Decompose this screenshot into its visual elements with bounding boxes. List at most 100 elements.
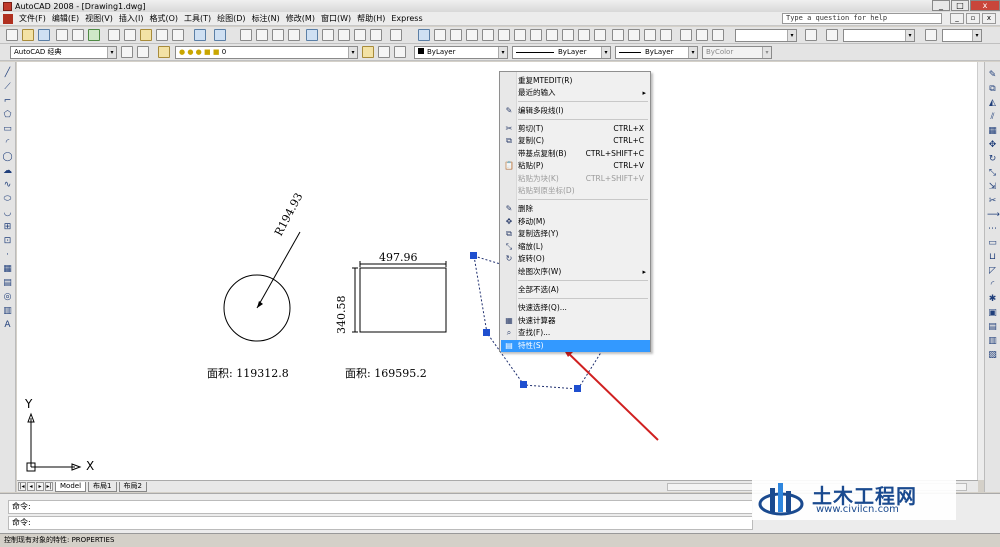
jogged-linear-icon[interactable] [660, 29, 672, 41]
grip[interactable] [574, 385, 581, 392]
make-current-layer-icon[interactable] [362, 46, 374, 58]
mirror-icon[interactable]: ◭ [987, 98, 998, 109]
table-style-select[interactable]: ▾ [942, 29, 982, 42]
menu-item-edit-polyline[interactable]: ✎ 编辑多段线(I) [501, 105, 650, 117]
menu-item-properties[interactable]: ▤ 特性(S) [501, 340, 650, 352]
zoom-previous-icon[interactable] [288, 29, 300, 41]
menu-view[interactable]: 视图(V) [82, 13, 116, 24]
prev-tab-button[interactable]: ◂ [27, 482, 35, 491]
layer-isolate-icon[interactable]: ▥ [987, 336, 998, 347]
close-button[interactable]: x [970, 0, 1000, 11]
layer-tools-icon[interactable]: ▤ [987, 322, 998, 333]
menu-item-copy-selection[interactable]: ⧉ 复制选择(Y) [501, 228, 650, 240]
baseline-dim-icon[interactable] [562, 29, 574, 41]
offset-icon[interactable]: ⫽ [987, 112, 998, 123]
layer-select[interactable]: ● ● ● ■ ■ 0 ▾ [175, 46, 358, 59]
draw-order-icon[interactable]: ▣ [987, 308, 998, 319]
grip[interactable] [483, 329, 490, 336]
menu-item-find[interactable]: ⌕ 查找(F)... [501, 327, 650, 339]
menu-item-quick-select[interactable]: 快速选择(Q)... [501, 302, 650, 314]
markup-icon[interactable] [370, 29, 382, 41]
workspace-select[interactable]: AutoCAD 经典 ▾ [10, 46, 117, 59]
design-center-icon[interactable] [322, 29, 334, 41]
layer-freeze-icon[interactable]: ▧ [987, 350, 998, 361]
properties-icon[interactable] [306, 29, 318, 41]
rectangle-icon[interactable]: ▭ [2, 124, 13, 135]
polygon-icon[interactable]: ⬠ [2, 110, 13, 121]
tab-layout1[interactable]: 布局1 [88, 481, 117, 492]
text-style-select[interactable]: ▾ [843, 29, 915, 42]
menu-format[interactable]: 格式(O) [146, 13, 181, 24]
menu-draw[interactable]: 绘图(D) [214, 13, 248, 24]
menu-item-copy[interactable]: ⧉ 复制(C) CTRL+C [501, 135, 650, 147]
help-search-input[interactable]: Type a question for help [782, 13, 942, 24]
menu-item-scale[interactable]: ⤡ 缩放(L) [501, 241, 650, 253]
maximize-button[interactable]: □ [951, 0, 969, 11]
menu-dimension[interactable]: 标注(N) [249, 13, 283, 24]
save-icon[interactable] [38, 29, 50, 41]
stretch-icon[interactable]: ⇲ [987, 182, 998, 193]
cut-icon[interactable] [108, 29, 120, 41]
array-icon[interactable]: ▦ [987, 126, 998, 137]
arc-length-icon[interactable] [450, 29, 462, 41]
workspace-settings-icon[interactable] [121, 46, 133, 58]
doc-restore-button[interactable]: ▫ [966, 13, 980, 24]
last-tab-button[interactable]: ▸| [45, 482, 53, 491]
menu-item-cut[interactable]: ✂ 剪切(T) CTRL+X [501, 123, 650, 135]
doc-close-button[interactable]: x [982, 13, 996, 24]
menu-window[interactable]: 窗口(W) [318, 13, 354, 24]
grip[interactable] [470, 252, 477, 259]
drawing-canvas[interactable]: R194.93 497.96 340.58 面积: 119312.8 面积: 1… [17, 62, 978, 480]
ellipse-arc-icon[interactable]: ◡ [2, 208, 13, 219]
menu-help[interactable]: 帮助(H) [354, 13, 388, 24]
break-point-icon[interactable]: ⋯ [987, 224, 998, 235]
menu-item-erase[interactable]: ✎ 删除 [501, 203, 650, 215]
block-editor-icon[interactable] [172, 29, 184, 41]
menu-tools[interactable]: 工具(T) [181, 13, 214, 24]
publish-icon[interactable] [88, 29, 100, 41]
layer-previous-icon[interactable] [378, 46, 390, 58]
rectangle-entity[interactable] [359, 267, 447, 333]
linear-dim-icon[interactable] [418, 29, 430, 41]
construction-line-icon[interactable]: ⟋ [2, 82, 13, 93]
menu-item-rotate[interactable]: ↻ 旋转(O) [501, 253, 650, 265]
menu-item-repeat-mtedit[interactable]: 重复MTEDIT(R) [501, 75, 650, 87]
extend-icon[interactable]: ⟶ [987, 210, 1000, 221]
document-icon[interactable] [3, 13, 13, 24]
calculator-icon[interactable] [390, 29, 402, 41]
dim-text-edit-icon[interactable] [696, 29, 708, 41]
grip[interactable] [520, 381, 527, 388]
trim-icon[interactable]: ✂ [987, 196, 998, 207]
tool-palettes-icon[interactable] [338, 29, 350, 41]
plot-icon[interactable] [56, 29, 68, 41]
table-style-icon[interactable] [925, 29, 937, 41]
table-icon[interactable]: ▥ [2, 306, 13, 317]
first-tab-button[interactable]: |◂ [18, 482, 26, 491]
layer-state-icon[interactable] [394, 46, 406, 58]
undo-icon[interactable] [194, 29, 206, 41]
aligned-dim-icon[interactable] [434, 29, 446, 41]
my-workspace-icon[interactable] [137, 46, 149, 58]
menu-item-draw-order[interactable]: 绘图次序(W) ▸ [501, 266, 650, 278]
insert-block-icon[interactable]: ⊞ [2, 222, 13, 233]
menu-file[interactable]: 文件(F) [16, 13, 49, 24]
command-input[interactable]: 命令: [8, 516, 753, 530]
layer-manager-icon[interactable] [158, 46, 170, 58]
menu-edit[interactable]: 编辑(E) [49, 13, 82, 24]
inspection-icon[interactable] [644, 29, 656, 41]
next-tab-button[interactable]: ▸ [36, 482, 44, 491]
center-mark-icon[interactable] [628, 29, 640, 41]
jogged-dim-icon[interactable] [498, 29, 510, 41]
doc-minimize-button[interactable]: _ [950, 13, 964, 24]
menu-item-move[interactable]: ✥ 移动(M) [501, 216, 650, 228]
copy-object-icon[interactable]: ⧉ [987, 84, 998, 95]
polyline-icon[interactable]: ⌐ [2, 96, 13, 107]
tolerance-icon[interactable] [612, 29, 624, 41]
arc-icon[interactable]: ◜ [2, 138, 13, 149]
menu-item-quick-calc[interactable]: ▦ 快速计算器 [501, 315, 650, 327]
open-icon[interactable] [22, 29, 34, 41]
hatch-icon[interactable]: ▦ [2, 264, 13, 275]
ellipse-icon[interactable]: ⬭ [2, 194, 13, 205]
scale-icon[interactable]: ⤡ [987, 168, 998, 179]
dim-space-icon[interactable] [594, 29, 606, 41]
